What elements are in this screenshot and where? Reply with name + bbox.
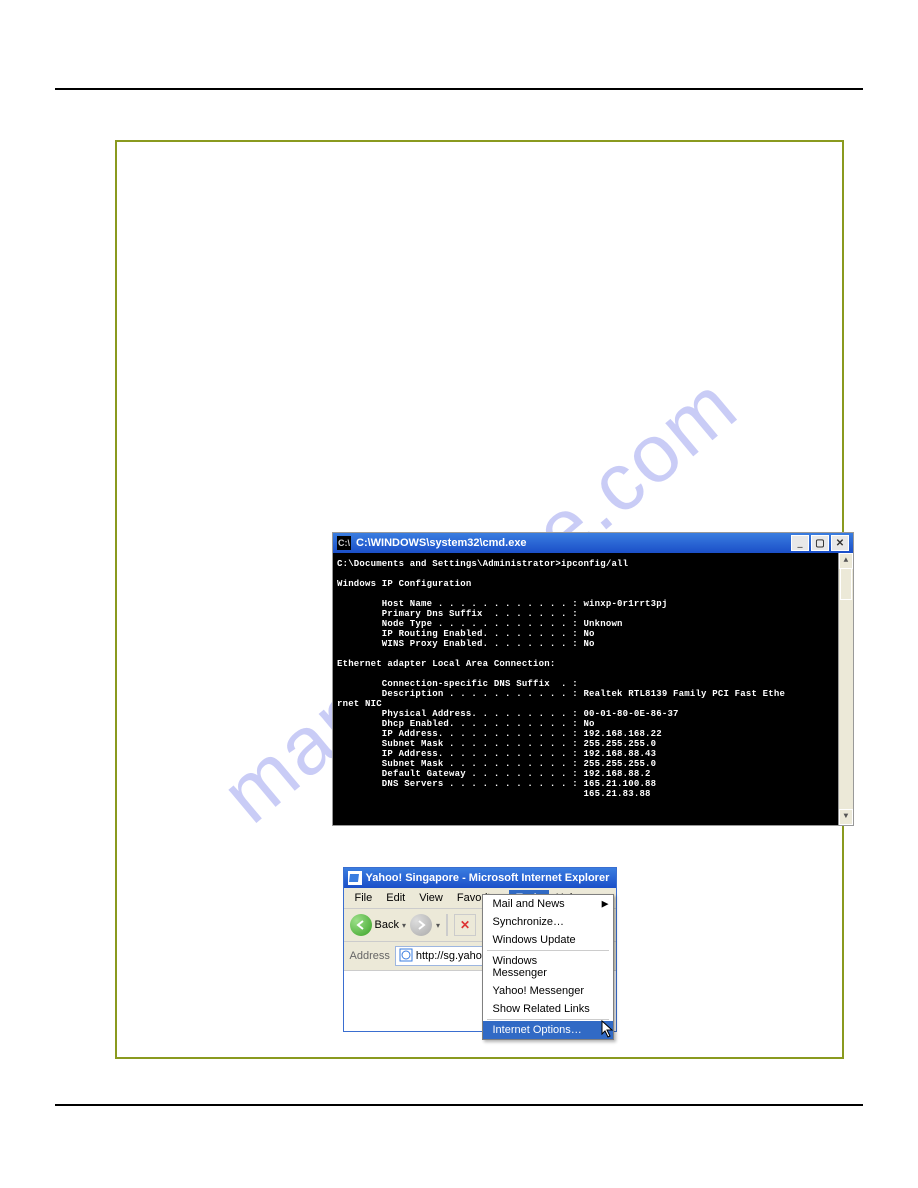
maximize-button[interactable]: ▢ <box>811 535 829 551</box>
scroll-thumb[interactable] <box>840 568 852 600</box>
cursor-icon <box>601 1020 615 1041</box>
submenu-arrow-icon: ▶ <box>602 899 609 910</box>
ie-titlebar[interactable]: Yahoo! Singapore - Microsoft Internet Ex… <box>344 868 616 888</box>
menu-item-windows-update[interactable]: Windows Update <box>483 931 613 949</box>
menu-item-yahoo-messenger[interactable]: Yahoo! Messenger <box>483 982 613 1000</box>
menu-item-mail-and-news[interactable]: Mail and News ▶ <box>483 895 613 913</box>
ie-window: Yahoo! Singapore - Microsoft Internet Ex… <box>343 867 617 1032</box>
menu-view[interactable]: View <box>412 890 450 906</box>
menu-separator <box>487 1019 609 1020</box>
cmd-titlebar[interactable]: C:\ C:\WINDOWS\system32\cmd.exe _ ▢ ✕ <box>333 533 853 553</box>
menu-item-internet-options[interactable]: Internet Options… <box>483 1021 613 1039</box>
menu-item-windows-messenger[interactable]: Windows Messenger <box>483 952 613 982</box>
stop-button[interactable]: ✕ <box>454 914 476 936</box>
back-dropdown-icon[interactable]: ▾ <box>402 921 406 930</box>
scroll-down-button[interactable]: ▼ <box>839 809 853 825</box>
ie-app-icon <box>348 871 362 885</box>
forward-button[interactable] <box>410 914 432 936</box>
menu-item-synchronize[interactable]: Synchronize… <box>483 913 613 931</box>
menu-item-label: Internet Options… <box>493 1024 582 1036</box>
ie-content-area[interactable]: Mail and News ▶ Synchronize… Windows Upd… <box>344 971 616 1031</box>
page-icon <box>399 948 413 965</box>
cmd-title-text: C:\WINDOWS\system32\cmd.exe <box>356 537 527 549</box>
back-icon <box>350 914 372 936</box>
cmd-body[interactable]: C:\Documents and Settings\Administrator>… <box>333 553 853 825</box>
back-button[interactable]: Back ▾ <box>350 914 406 936</box>
menu-separator <box>487 950 609 951</box>
menu-item-label: Mail and News <box>493 898 565 910</box>
cmd-scrollbar[interactable]: ▲ ▼ <box>838 553 853 825</box>
cmd-window-buttons: _ ▢ ✕ <box>791 535 849 551</box>
content-frame: manualslive.com C:\ C:\WINDOWS\system32\… <box>115 140 844 1059</box>
menu-file[interactable]: File <box>348 890 380 906</box>
top-rule <box>55 88 863 90</box>
back-label: Back <box>375 919 399 931</box>
menu-edit[interactable]: Edit <box>379 890 412 906</box>
scroll-up-button[interactable]: ▲ <box>839 553 853 569</box>
cmd-system-icon[interactable]: C:\ <box>337 536 351 550</box>
cmd-output: C:\Documents and Settings\Administrator>… <box>337 559 785 799</box>
toolbar-separator <box>446 914 448 936</box>
tools-dropdown-menu: Mail and News ▶ Synchronize… Windows Upd… <box>482 894 614 1040</box>
ie-title-text: Yahoo! Singapore - Microsoft Internet Ex… <box>366 872 610 884</box>
address-label: Address <box>350 950 390 962</box>
cmd-icon-glyph: C:\ <box>338 538 350 548</box>
document-page: manualslive.com C:\ C:\WINDOWS\system32\… <box>0 0 918 1188</box>
forward-dropdown-icon[interactable]: ▾ <box>436 921 440 930</box>
cmd-window: C:\ C:\WINDOWS\system32\cmd.exe _ ▢ ✕ C:… <box>332 532 854 826</box>
bottom-rule <box>55 1104 863 1106</box>
menu-item-show-related-links[interactable]: Show Related Links <box>483 1000 613 1018</box>
minimize-button[interactable]: _ <box>791 535 809 551</box>
close-button[interactable]: ✕ <box>831 535 849 551</box>
